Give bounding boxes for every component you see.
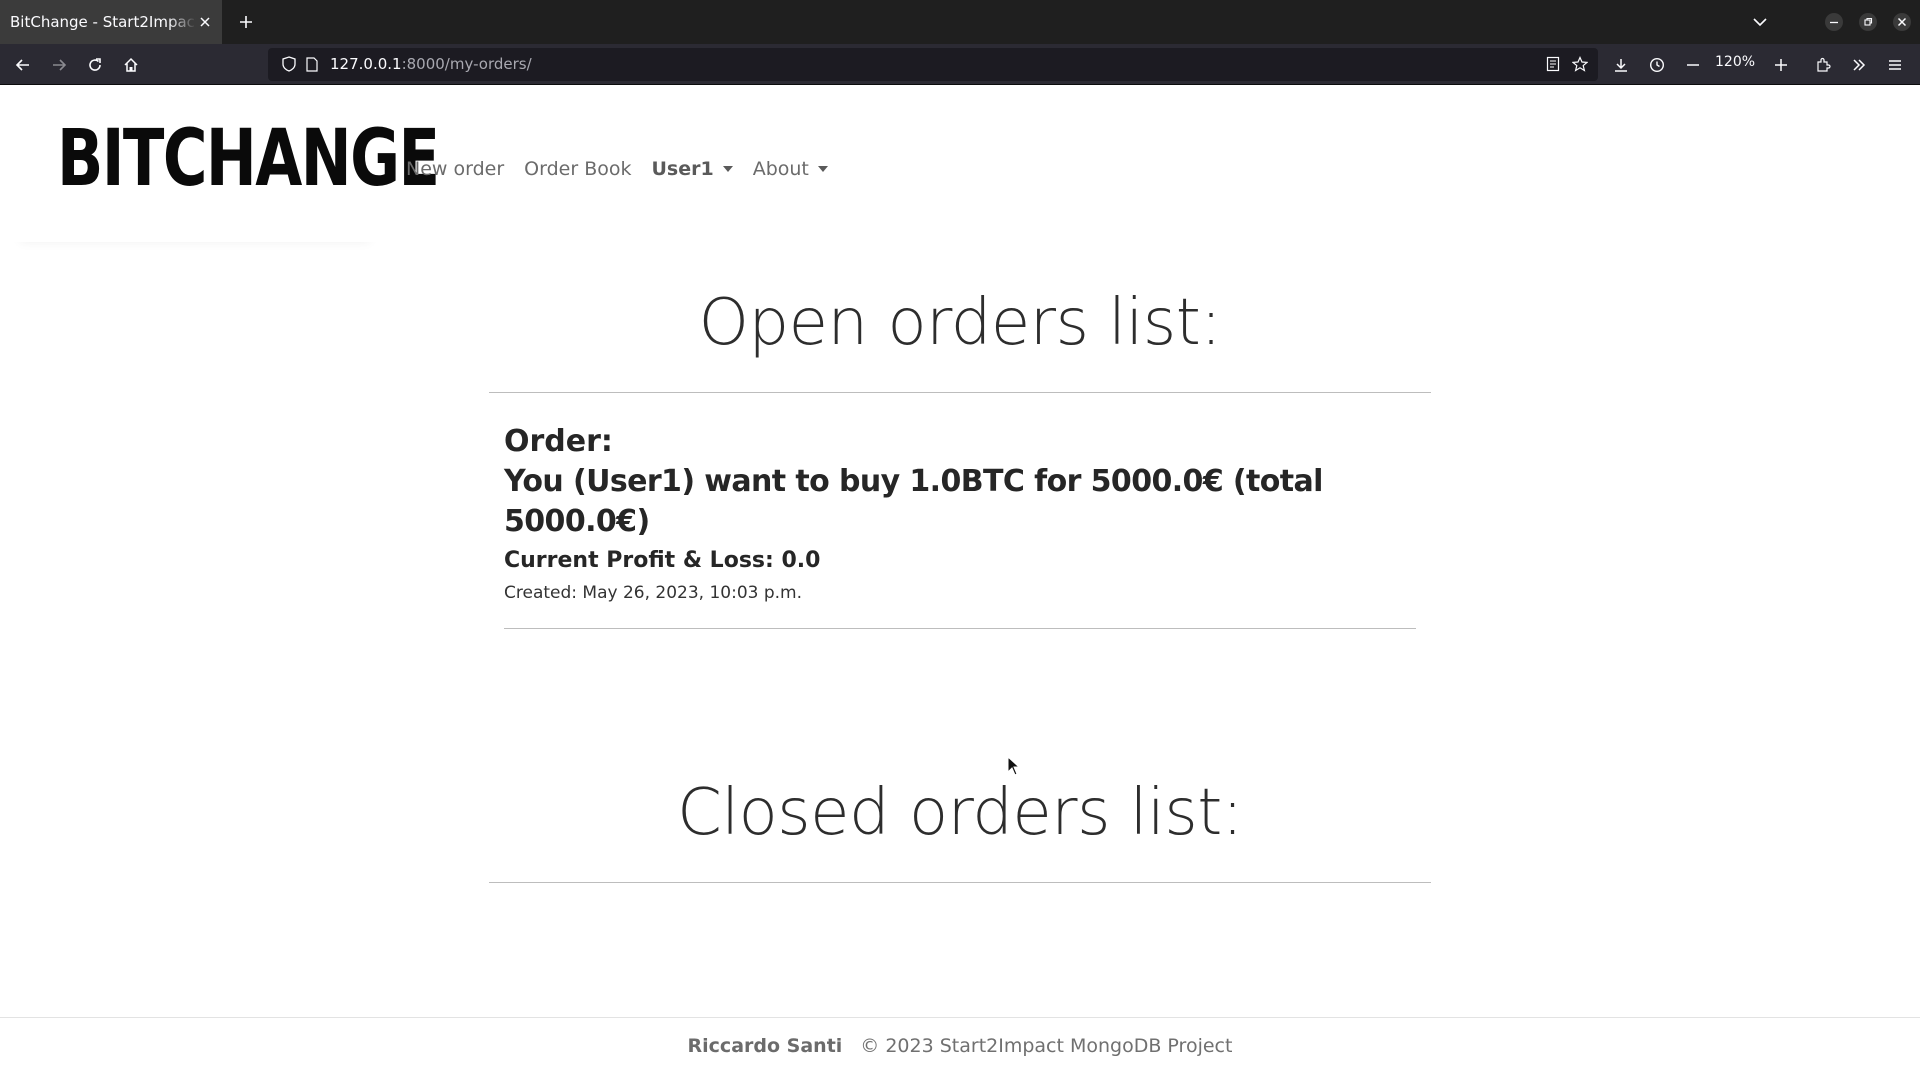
overflow-chevrons-icon[interactable] <box>1844 50 1874 80</box>
closed-orders-title: Closed orders list: <box>677 776 1243 850</box>
mouse-cursor-icon <box>1007 756 1021 776</box>
back-icon[interactable] <box>8 50 38 80</box>
caret-down-icon <box>722 166 733 172</box>
site-footer: Riccardo Santi © 2023 Start2Impact Mongo… <box>0 1017 1920 1080</box>
open-orders-title: Open orders list: <box>698 286 1222 360</box>
footer-author: Riccardo Santi <box>687 1035 843 1057</box>
site-header: BITCHANGE New order Order Book User1 Abo… <box>0 86 1920 242</box>
tab-title: BitChange - Start2Impact MongoDB Project <box>10 13 197 31</box>
nav-user-dropdown[interactable]: User1 <box>651 158 733 180</box>
order-created: Created: May 26, 2023, 10:03 p.m. <box>504 583 803 603</box>
minimize-icon[interactable] <box>1820 0 1848 44</box>
shield-icon[interactable] <box>280 55 298 73</box>
url-text[interactable]: 127.0.0.1:8000/my-orders/ <box>330 55 532 73</box>
order-description: You (User1) want to buy 1.0BTC for 5000.… <box>504 464 1323 539</box>
app-menu-icon[interactable] <box>1880 50 1910 80</box>
reader-view-icon[interactable] <box>1544 55 1562 73</box>
zoom-level[interactable]: 120% <box>1715 54 1755 70</box>
order-divider <box>504 628 1416 629</box>
site-nav: New order Order Book User1 About <box>406 158 848 180</box>
url-bar[interactable]: 127.0.0.1:8000/my-orders/ <box>268 48 1598 81</box>
nav-about-dropdown[interactable]: About <box>753 158 828 180</box>
nav-user-label: User1 <box>651 158 714 180</box>
order-card: Order: You (User1) want to buy 1.0BTC fo… <box>504 422 1416 603</box>
downloads-icon[interactable] <box>1606 50 1636 80</box>
open-orders-divider <box>489 392 1431 393</box>
reload-icon[interactable] <box>80 50 110 80</box>
order-pnl: Current Profit & Loss: 0.0 <box>504 548 821 573</box>
zoom-out-icon[interactable] <box>1678 50 1708 80</box>
extensions-icon[interactable] <box>1808 50 1838 80</box>
tab-close-icon[interactable] <box>196 13 214 31</box>
window-close-icon[interactable] <box>1888 0 1916 44</box>
page-content: BITCHANGE New order Order Book User1 Abo… <box>0 86 1920 1080</box>
list-all-tabs-icon[interactable] <box>1746 0 1774 44</box>
forward-icon[interactable] <box>44 50 74 80</box>
restore-icon[interactable] <box>1854 0 1882 44</box>
nav-order-book[interactable]: Order Book <box>524 158 631 180</box>
page-icon[interactable] <box>303 55 321 73</box>
zoom-in-icon[interactable] <box>1766 50 1796 80</box>
new-tab-icon[interactable] <box>232 8 260 36</box>
nav-about-label: About <box>752 158 809 180</box>
nav-new-order[interactable]: New order <box>406 158 504 180</box>
order-heading: Order: <box>504 424 613 459</box>
history-icon[interactable] <box>1642 50 1672 80</box>
closed-orders-divider <box>489 882 1431 883</box>
browser-tab[interactable]: BitChange - Start2Impact MongoDB Project <box>0 0 222 44</box>
bookmark-star-icon[interactable] <box>1571 55 1589 73</box>
browser-tab-bar: BitChange - Start2Impact MongoDB Project <box>0 0 1920 44</box>
logo-container[interactable]: BITCHANGE <box>12 86 440 242</box>
site-logo[interactable]: BITCHANGE <box>57 120 440 198</box>
footer-copyright: © 2023 Start2Impact MongoDB Project <box>860 1035 1233 1057</box>
home-icon[interactable] <box>116 50 146 80</box>
caret-down-icon <box>817 166 828 172</box>
browser-nav-bar: 127.0.0.1:8000/my-orders/ 120% <box>0 44 1920 85</box>
